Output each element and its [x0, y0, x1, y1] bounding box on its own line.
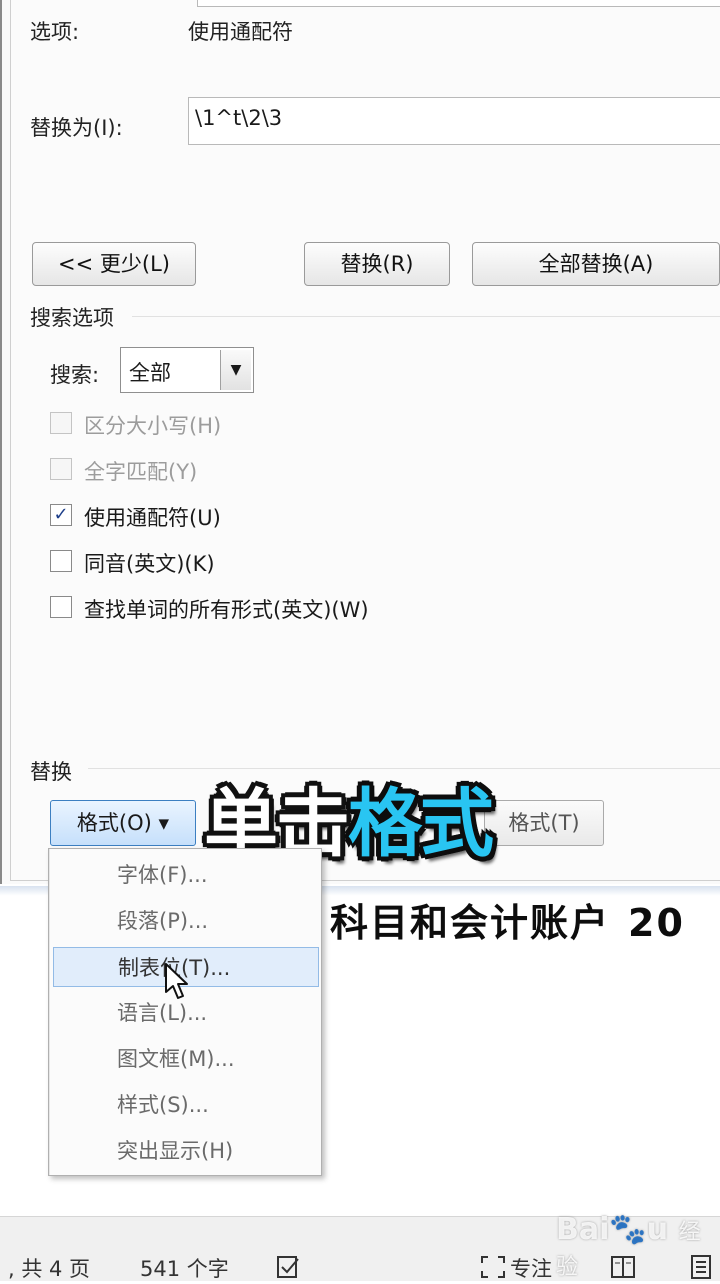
- format-dropdown-menu: 字体(F)... 段落(P)... 制表位(T)... 语言(L)... 图文框…: [48, 848, 322, 1176]
- search-options-title: 搜索选项: [30, 306, 114, 330]
- checkbox-label: 使用通配符(U): [84, 506, 221, 530]
- replace-with-input[interactable]: \1^t\2\3: [188, 97, 720, 145]
- document-text: 科目和会计账户 20: [330, 892, 685, 947]
- menu-item-paragraph[interactable]: 段落(P)...: [53, 901, 319, 941]
- search-label: 搜索:: [50, 363, 100, 387]
- find-what-field[interactable]: [197, 0, 720, 7]
- replace-all-button[interactable]: 全部替换(A): [472, 242, 720, 286]
- less-button[interactable]: << 更少(L): [32, 242, 196, 286]
- checkbox-label: 全字匹配(Y): [84, 460, 198, 484]
- search-direction-value: 全部: [129, 361, 171, 385]
- paw-icon: 🐾: [609, 1212, 647, 1247]
- checkbox-label: 同音(英文)(K): [84, 552, 215, 576]
- no-formatting-button[interactable]: 格式(T): [484, 800, 604, 846]
- document-text-tail: 20: [628, 901, 685, 945]
- checkbox-icon[interactable]: [50, 412, 72, 434]
- checkbox-icon[interactable]: [50, 596, 72, 618]
- watermark-brand-end: u: [646, 1212, 669, 1247]
- mouse-pointer-icon: [165, 963, 188, 999]
- checkbox-icon[interactable]: [50, 550, 72, 572]
- document-text-main: 科目和会计账户: [330, 901, 611, 945]
- focus-label[interactable]: 专注: [510, 1253, 552, 1283]
- word-count[interactable]: 541 个字: [140, 1253, 229, 1283]
- checkbox-label: 查找单词的所有形式(英文)(W): [84, 598, 369, 622]
- baidu-watermark: Bai🐾u 经验: [556, 1212, 720, 1282]
- menu-item-highlight[interactable]: 突出显示(H): [53, 1131, 319, 1171]
- check-icon[interactable]: ✓: [50, 504, 72, 526]
- format-button[interactable]: 格式(O) ▾: [50, 800, 196, 846]
- options-label: 选项:: [30, 20, 80, 44]
- caption-part-format: 格式: [348, 781, 494, 867]
- checkbox-label: 区分大小写(H): [84, 414, 222, 438]
- page-count: , 共 4 页: [8, 1257, 91, 1281]
- chevron-down-icon[interactable]: ▼: [220, 350, 251, 390]
- menu-item-font[interactable]: 字体(F)...: [53, 855, 319, 895]
- menu-item-style[interactable]: 样式(S)...: [53, 1085, 319, 1125]
- watermark-brand: Bai: [556, 1212, 610, 1247]
- options-value: 使用通配符: [188, 20, 293, 44]
- replace-button[interactable]: 替换(R): [304, 242, 450, 286]
- replace-with-label: 替换为(I):: [30, 116, 123, 140]
- menu-item-frame[interactable]: 图文框(M)...: [53, 1039, 319, 1079]
- replace-section-title: 替换: [30, 760, 72, 784]
- checkbox-icon[interactable]: [50, 458, 72, 480]
- search-direction-select[interactable]: 全部 ▼: [120, 347, 254, 393]
- divider: [88, 768, 720, 769]
- menu-gutter: [49, 849, 50, 1175]
- find-replace-dialog: 选项: 使用通配符 替换为(I): \1^t\2\3 << 更少(L) 替换(R…: [0, 0, 720, 884]
- divider: [132, 316, 720, 317]
